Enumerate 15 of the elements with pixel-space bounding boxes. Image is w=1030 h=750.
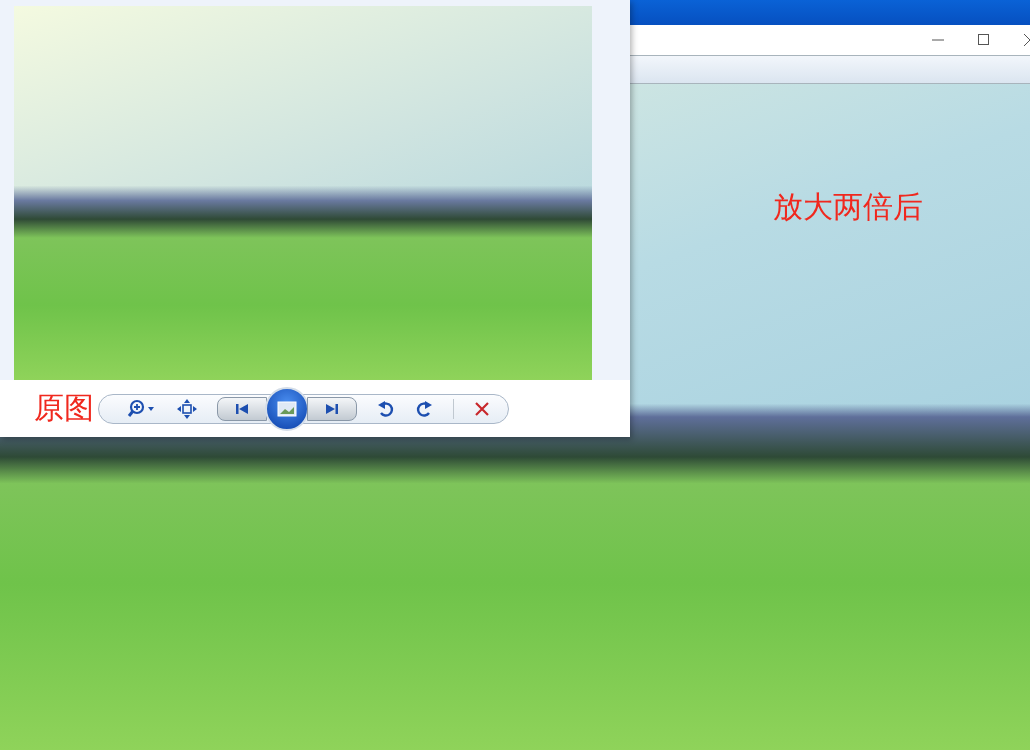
rotate-right-icon[interactable] bbox=[415, 398, 433, 419]
previous-button[interactable] bbox=[217, 396, 267, 421]
fit-window-icon[interactable] bbox=[177, 398, 197, 419]
picture-icon bbox=[277, 400, 297, 417]
annotation-label: 原图 bbox=[34, 389, 94, 427]
previous-icon bbox=[235, 401, 249, 416]
rotate-left-icon[interactable] bbox=[377, 398, 395, 419]
annotation-label: 放大两倍后 bbox=[773, 188, 923, 226]
slideshow-button[interactable] bbox=[265, 386, 309, 431]
next-icon bbox=[325, 401, 339, 416]
zoom-icon[interactable] bbox=[127, 398, 157, 419]
delete-icon[interactable] bbox=[474, 400, 490, 417]
close-icon[interactable] bbox=[1024, 34, 1030, 46]
next-button[interactable] bbox=[307, 396, 357, 421]
maximize-icon[interactable] bbox=[978, 34, 990, 46]
